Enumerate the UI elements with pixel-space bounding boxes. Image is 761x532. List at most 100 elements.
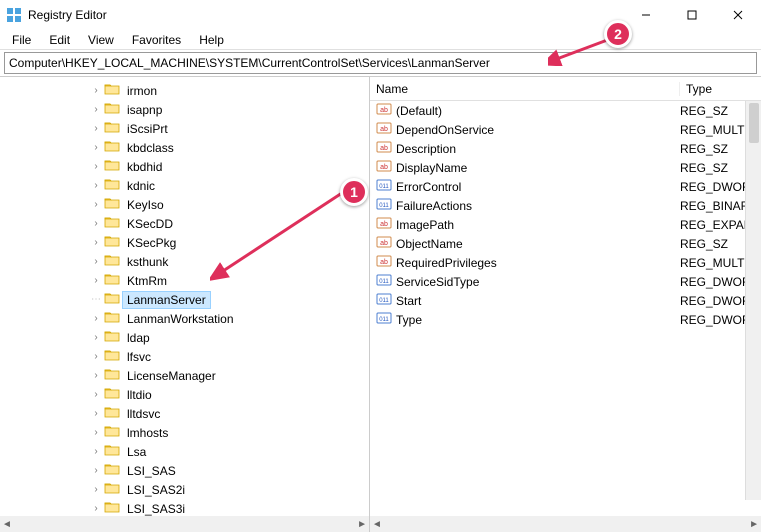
tree-item[interactable]: ›LSI_SAS — [90, 461, 369, 480]
tree-item-label: KeyIso — [122, 196, 169, 214]
tree-item-label: lfsvc — [122, 348, 156, 366]
menu-favorites[interactable]: Favorites — [124, 31, 189, 49]
menu-help[interactable]: Help — [191, 31, 232, 49]
folder-icon — [104, 462, 120, 479]
tree-item[interactable]: ›LSI_SAS2i — [90, 480, 369, 499]
menu-file[interactable]: File — [4, 31, 39, 49]
chevron-right-icon[interactable]: › — [90, 389, 102, 400]
list-row[interactable]: abDescriptionREG_SZ — [370, 139, 761, 158]
chevron-right-icon[interactable]: › — [90, 370, 102, 381]
list-row[interactable]: 011TypeREG_DWOR — [370, 310, 761, 329]
tree-item[interactable]: › KeyIso — [90, 195, 369, 214]
chevron-right-icon[interactable]: › — [90, 313, 102, 324]
tree-pane[interactable]: ›irmon›isapnp›iScsiPrt›kbdclass›kbdhid›k… — [0, 77, 370, 516]
tree-item[interactable]: ›kbdhid — [90, 157, 369, 176]
chevron-right-icon[interactable]: › — [90, 180, 102, 191]
chevron-right-icon[interactable]: › — [90, 465, 102, 476]
list-row[interactable]: abRequiredPrivilegesREG_MULTI — [370, 253, 761, 272]
chevron-right-icon[interactable]: › — [90, 408, 102, 419]
tree-item[interactable]: ›lmhosts — [90, 423, 369, 442]
svg-text:011: 011 — [379, 203, 389, 209]
list-row[interactable]: abObjectNameREG_SZ — [370, 234, 761, 253]
chevron-right-icon[interactable]: › — [90, 275, 102, 286]
folder-icon — [104, 158, 120, 175]
tree-item[interactable]: ›lltdio — [90, 385, 369, 404]
tree-item[interactable]: ›Lsa — [90, 442, 369, 461]
chevron-right-icon[interactable]: › — [90, 199, 102, 210]
tree-item[interactable]: ›kdnic — [90, 176, 369, 195]
string-value-icon: ab — [370, 234, 396, 253]
chevron-right-icon[interactable]: › — [90, 351, 102, 362]
menu-view[interactable]: View — [80, 31, 122, 49]
close-button[interactable] — [715, 0, 761, 30]
list-row[interactable]: abDependOnServiceREG_MULTI — [370, 120, 761, 139]
tree-item-label: irmon — [122, 82, 162, 100]
tree-item-label: ksthunk — [122, 253, 173, 271]
tree-item[interactable]: ›KtmRm — [90, 271, 369, 290]
vertical-scrollbar[interactable] — [745, 101, 761, 500]
list-header: Name Type — [370, 77, 761, 101]
string-value-icon: ab — [370, 253, 396, 272]
tree-item[interactable]: › lltdsvc — [90, 404, 369, 423]
list-row[interactable]: 011FailureActionsREG_BINAR — [370, 196, 761, 215]
chevron-right-icon[interactable]: › — [90, 142, 102, 153]
tree-item-label: KSecDD — [122, 215, 178, 233]
value-name: (Default) — [396, 104, 680, 118]
svg-text:ab: ab — [380, 240, 388, 247]
folder-icon — [104, 424, 120, 441]
value-name: ErrorControl — [396, 180, 680, 194]
string-value-icon: ab — [370, 139, 396, 158]
chevron-right-icon[interactable]: › — [90, 85, 102, 96]
chevron-right-icon[interactable]: › — [90, 256, 102, 267]
chevron-right-icon[interactable]: › — [90, 332, 102, 343]
window-title: Registry Editor — [28, 8, 623, 22]
chevron-right-icon[interactable]: › — [90, 446, 102, 457]
folder-icon — [104, 139, 120, 156]
chevron-right-icon[interactable]: › — [90, 161, 102, 172]
tree-item[interactable]: ›kbdclass — [90, 138, 369, 157]
chevron-right-icon[interactable]: › — [90, 123, 102, 134]
tree-item-label: KSecPkg — [122, 234, 181, 252]
tree-item[interactable]: ⋯LanmanServer — [90, 290, 369, 309]
chevron-right-icon[interactable]: › — [90, 427, 102, 438]
folder-icon — [104, 177, 120, 194]
list-row[interactable]: 011ServiceSidTypeREG_DWOR — [370, 272, 761, 291]
tree-item-label: LanmanWorkstation — [122, 310, 239, 328]
list-row[interactable]: abDisplayNameREG_SZ — [370, 158, 761, 177]
tree-item[interactable]: › ksthunk — [90, 252, 369, 271]
tree-item[interactable]: › LanmanWorkstation — [90, 309, 369, 328]
list-row[interactable]: abImagePathREG_EXPAN — [370, 215, 761, 234]
tree-horizontal-scrollbar[interactable]: ◄ ► — [0, 516, 370, 532]
tree-item[interactable]: › irmon — [90, 81, 369, 100]
chevron-right-icon[interactable]: › — [90, 484, 102, 495]
tree-item[interactable]: › KSecPkg — [90, 233, 369, 252]
tree-item[interactable]: ›LSI_SAS3i — [90, 499, 369, 516]
tree-item[interactable]: ›iScsiPrt — [90, 119, 369, 138]
tree-item[interactable]: › KSecDD — [90, 214, 369, 233]
annotation-callout-2: 2 — [604, 20, 632, 48]
chevron-right-icon[interactable]: › — [90, 218, 102, 229]
tree-item[interactable]: ›LicenseManager — [90, 366, 369, 385]
list-row[interactable]: ab(Default)REG_SZ — [370, 101, 761, 120]
list-row[interactable]: 011StartREG_DWOR — [370, 291, 761, 310]
maximize-button[interactable] — [669, 0, 715, 30]
chevron-right-icon[interactable]: › — [90, 104, 102, 115]
address-bar[interactable]: Computer\HKEY_LOCAL_MACHINE\SYSTEM\Curre… — [4, 52, 757, 74]
list-horizontal-scrollbar[interactable]: ◄ ► — [370, 516, 761, 532]
tree-item-label: lltdsvc — [122, 405, 165, 423]
svg-text:ab: ab — [380, 107, 388, 114]
list-row[interactable]: 011ErrorControlREG_DWOR — [370, 177, 761, 196]
chevron-right-icon[interactable]: › — [90, 237, 102, 248]
tree-item[interactable]: ›isapnp — [90, 100, 369, 119]
header-type[interactable]: Type — [680, 82, 761, 96]
folder-icon — [104, 101, 120, 118]
menu-edit[interactable]: Edit — [41, 31, 78, 49]
tree-item[interactable]: ›ldap — [90, 328, 369, 347]
string-value-icon: ab — [370, 158, 396, 177]
tree-item[interactable]: › lfsvc — [90, 347, 369, 366]
string-value-icon: ab — [370, 215, 396, 234]
header-name[interactable]: Name — [370, 82, 680, 96]
chevron-right-icon[interactable]: › — [90, 503, 102, 514]
minimize-button[interactable] — [623, 0, 669, 30]
list-pane[interactable]: Name Type ab(Default)REG_SZabDependOnSer… — [370, 77, 761, 516]
